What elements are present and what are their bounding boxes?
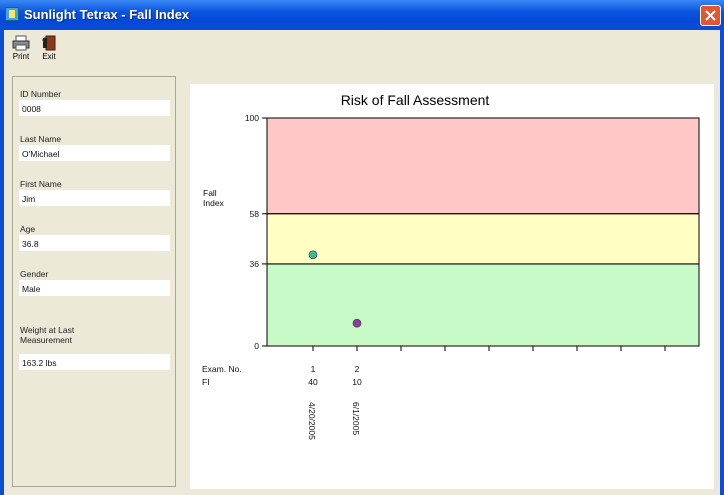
field-weight[interactable]: 163.2 lbs	[19, 354, 170, 370]
risk-band-0	[267, 118, 699, 214]
data-point-exam-2	[352, 318, 362, 328]
fi-value-2: 10	[352, 377, 362, 387]
exam-number-1: 1	[310, 364, 316, 374]
field-weight-label: Weight at Last Measurement	[20, 325, 75, 345]
toolbar: Print Exit	[4, 32, 720, 72]
field-first-name[interactable]: Jim	[19, 190, 170, 206]
exam-date-1: 4/20/2005	[307, 402, 317, 440]
field-gender-label: Gender	[20, 269, 49, 279]
y-tick-label-58: 58	[249, 208, 259, 219]
risk-band-2	[267, 263, 699, 346]
exam-row-label: Exam. No.	[202, 364, 242, 374]
field-age-label: Age	[20, 224, 36, 234]
y-tick-label-100: 100	[244, 113, 259, 123]
exam-date-2: 6/1/2005	[351, 402, 361, 436]
field-age[interactable]: 36.8	[19, 235, 170, 251]
exit-button[interactable]: Exit	[36, 34, 62, 70]
exam-number-2: 2	[354, 364, 360, 374]
field-last-name[interactable]: O'Michael	[19, 145, 170, 161]
y-tick-label-0: 0	[254, 341, 259, 351]
chart-panel: Risk of Fall Assessment Fall Index 0 36 58…	[190, 84, 714, 489]
field-id-number-label: ID Number	[20, 89, 62, 99]
y-tick-label-36: 36	[249, 258, 259, 269]
exit-door-icon	[42, 35, 56, 51]
risk-band-1	[267, 213, 699, 264]
window-frame-left	[0, 30, 4, 495]
fall-index-plot	[262, 117, 700, 351]
printer-icon	[12, 35, 30, 51]
print-button[interactable]: Print	[8, 34, 34, 70]
data-point-exam-1	[308, 250, 318, 260]
exit-label: Exit	[42, 52, 56, 61]
title-bar: Sunlight Tetrax - Fall Index	[0, 0, 724, 30]
close-icon	[705, 10, 716, 21]
window-title: Sunlight Tetrax - Fall Index	[24, 7, 190, 22]
fi-value-1: 40	[308, 377, 318, 387]
fi-row-label: FI	[202, 377, 210, 387]
field-id-number[interactable]: 0008	[19, 100, 170, 116]
field-first-name-label: First Name	[20, 179, 62, 189]
close-button[interactable]	[700, 5, 721, 26]
window-frame-right	[720, 30, 724, 495]
field-gender[interactable]: Male	[19, 280, 170, 296]
field-last-name-label: Last Name	[20, 134, 62, 144]
print-label: Print	[12, 52, 30, 61]
app-icon	[5, 7, 19, 21]
